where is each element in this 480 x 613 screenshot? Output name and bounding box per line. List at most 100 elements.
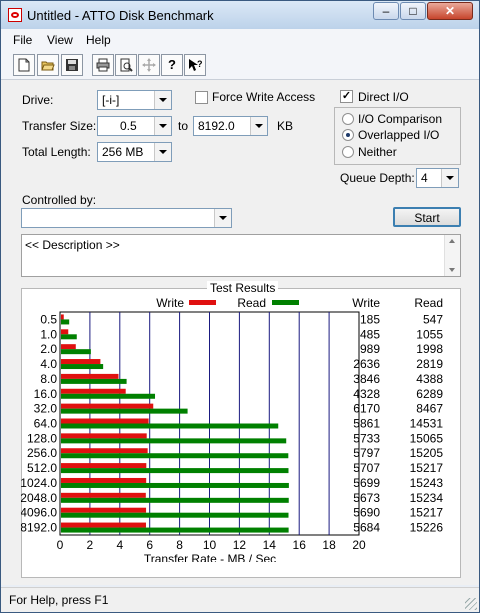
write-value-label: 2636 <box>353 357 380 371</box>
scroll-up-icon[interactable] <box>449 239 455 243</box>
x-tick-label: 20 <box>352 538 366 552</box>
read-value-label: 1055 <box>416 327 443 341</box>
write-bar <box>61 418 149 424</box>
help-button[interactable]: ? <box>161 54 183 76</box>
drive-value: [-i-] <box>102 93 120 107</box>
scroll-down-icon[interactable] <box>449 268 455 272</box>
neither-label: Neither <box>358 145 397 159</box>
read-bar <box>61 364 104 370</box>
print-preview-button[interactable] <box>115 54 137 76</box>
write-bar <box>61 433 147 439</box>
read-bar <box>61 423 279 429</box>
open-folder-icon <box>41 61 55 71</box>
resize-grip-icon[interactable] <box>465 598 477 610</box>
legend-write-label: Write <box>156 296 184 310</box>
save-button[interactable] <box>61 54 83 76</box>
x-axis-title: Transfer Rate - MB / Sec <box>144 552 276 562</box>
read-bar <box>61 453 289 459</box>
kb-label: KB <box>277 119 294 133</box>
write-bar <box>61 463 147 469</box>
y-tick-label: 16.0 <box>34 387 58 401</box>
move-button[interactable] <box>138 54 160 76</box>
start-button[interactable]: Start <box>393 207 461 227</box>
write-bar <box>61 373 119 379</box>
menu-file[interactable]: File <box>13 33 32 47</box>
read-value-label: 15065 <box>410 431 444 445</box>
new-button[interactable] <box>13 54 35 76</box>
y-tick-label: 0.5 <box>40 312 57 326</box>
close-button[interactable]: ✕ <box>427 2 473 20</box>
transfer-to-select[interactable]: 8192.0 <box>193 116 268 136</box>
menu-help[interactable]: Help <box>86 33 111 47</box>
transfer-from-value: 0.5 <box>120 119 137 133</box>
chevron-down-icon[interactable] <box>250 117 267 135</box>
x-tick-label: 16 <box>293 538 307 552</box>
read-value-label: 14531 <box>410 417 444 431</box>
transfer-from-select[interactable]: 0.5 <box>97 116 172 136</box>
overlapped-io-radio[interactable] <box>342 129 354 141</box>
y-tick-label: 256.0 <box>27 446 57 460</box>
io-mode-group: I/O Comparison Overlapped I/O Neither <box>334 107 461 165</box>
write-value-label: 5684 <box>353 521 380 535</box>
printer-icon <box>96 58 110 72</box>
y-tick-label: 4.0 <box>40 357 57 371</box>
write-bar <box>61 314 64 320</box>
status-bar: For Help, press F1 <box>1 587 479 612</box>
question-icon: ? <box>168 57 176 72</box>
chevron-down-icon[interactable] <box>154 91 171 109</box>
neither-radio[interactable] <box>342 146 354 158</box>
x-tick-label: 0 <box>57 538 64 552</box>
write-value-label: 485 <box>360 327 380 341</box>
print-button[interactable] <box>92 54 114 76</box>
minimize-button[interactable]: – <box>373 2 399 20</box>
read-bar <box>61 527 289 533</box>
write-bar <box>61 403 154 409</box>
read-value-label: 15243 <box>410 476 444 490</box>
y-tick-label: 8192.0 <box>21 521 57 535</box>
description-scrollbar[interactable] <box>444 235 460 276</box>
read-value-label: 15205 <box>410 446 444 460</box>
drive-select[interactable]: [-i-] <box>97 90 172 110</box>
x-tick-label: 4 <box>116 538 123 552</box>
chevron-down-icon[interactable] <box>154 117 171 135</box>
write-bar <box>61 522 146 528</box>
x-tick-label: 18 <box>322 538 336 552</box>
menu-view[interactable]: View <box>47 33 73 47</box>
read-bar <box>61 468 289 474</box>
description-textarea[interactable]: << Description >> <box>21 234 461 277</box>
legend-read-swatch <box>272 300 299 305</box>
chevron-down-icon[interactable] <box>441 169 458 187</box>
write-value-label: 5733 <box>353 431 380 445</box>
open-button[interactable] <box>37 54 59 76</box>
to-label: to <box>178 119 189 133</box>
force-write-checkbox[interactable] <box>195 91 208 104</box>
drive-label: Drive: <box>22 93 54 107</box>
move-cross-icon <box>142 58 156 72</box>
read-bar <box>61 319 70 325</box>
toolbar: ? ? <box>1 51 479 80</box>
total-length-select[interactable]: 256 MB <box>97 142 172 162</box>
read-bar <box>61 408 188 414</box>
x-tick-label: 12 <box>233 538 247 552</box>
io-comparison-radio[interactable] <box>342 113 354 125</box>
chevron-down-icon[interactable] <box>154 143 171 161</box>
controlled-by-select[interactable] <box>21 208 232 228</box>
write-value-label: 185 <box>360 312 380 326</box>
write-value-label: 3846 <box>353 372 380 386</box>
context-help-button[interactable]: ? <box>184 54 206 76</box>
window-title: Untitled - ATTO Disk Benchmark <box>27 8 214 23</box>
write-value-label: 5673 <box>353 491 380 505</box>
read-bar <box>61 393 156 399</box>
direct-io-checkbox[interactable]: ✓ <box>340 90 353 103</box>
title-bar[interactable]: Untitled - ATTO Disk Benchmark – □ ✕ <box>1 1 479 29</box>
legend-read-label: Read <box>237 296 266 310</box>
y-tick-label: 512.0 <box>27 461 57 475</box>
maximize-button[interactable]: □ <box>400 2 426 20</box>
write-bar <box>61 359 101 365</box>
queue-depth-select[interactable]: 4 <box>416 168 459 188</box>
controlled-by-label: Controlled by: <box>22 193 97 207</box>
read-value-label: 1998 <box>416 342 443 356</box>
read-value-label: 15217 <box>410 506 444 520</box>
x-tick-label: 6 <box>146 538 153 552</box>
chevron-down-icon[interactable] <box>214 209 231 227</box>
